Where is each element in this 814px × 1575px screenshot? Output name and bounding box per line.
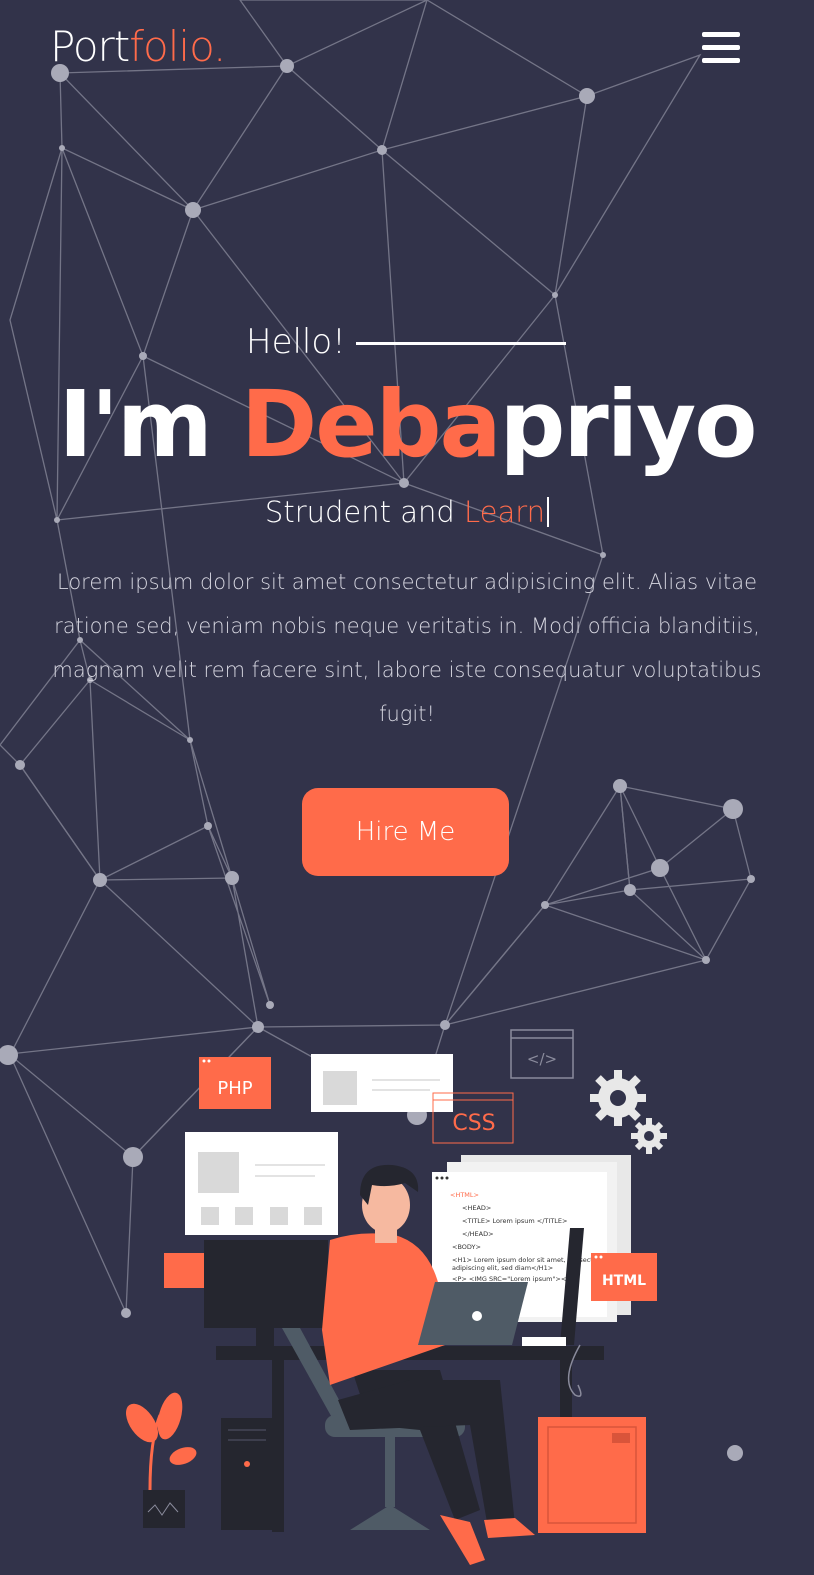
role-typed-text: Learn [464,495,546,529]
code-window-icon: </> [510,1029,574,1079]
name-rest: priyo [499,371,758,478]
image-placeholder [323,1071,357,1105]
role-static-text: Strudent and [264,495,464,529]
pc-tower [221,1418,273,1530]
hamburger-menu-icon[interactable] [702,32,740,66]
html-card: HTML [591,1253,657,1301]
name-prefix: I'm [58,371,241,478]
orange-card [164,1253,204,1288]
gear-icon [590,1070,646,1126]
role-typewriter: Strudent and Learn [0,495,814,529]
monitor [204,1240,328,1328]
cabinet [538,1417,646,1533]
hero-description: Lorem ipsum dolor sit amet consectetur a… [52,570,762,726]
developer-illustration: PHP CSS </> <HTML> <HEAD> <TITLE> Lorem … [126,1029,667,1565]
name-highlight: Deba [240,371,502,478]
logo-text-accent: folio. [129,22,226,71]
html-label: HTML [602,1273,646,1289]
menu-bar [702,45,740,50]
php-card: PHP [199,1057,271,1109]
layout-card [185,1132,338,1235]
code-tag-icon: </> [527,1050,557,1068]
greeting-divider [356,342,566,345]
menu-bar [702,32,740,37]
typing-cursor [547,497,550,527]
small-gear-icon [631,1118,667,1154]
hire-me-button[interactable]: Hire Me [302,788,509,876]
css-label: CSS [452,1111,495,1136]
menu-bar [702,58,740,63]
php-label: PHP [217,1078,252,1099]
logo[interactable]: Portfolio. [50,22,226,71]
logo-text-primary: Port [50,22,130,71]
css-card: CSS [432,1092,514,1144]
plant-decoration [126,1392,197,1528]
hero-name: I'm Debapriyo [0,365,814,485]
greeting: Hello! [246,322,346,362]
